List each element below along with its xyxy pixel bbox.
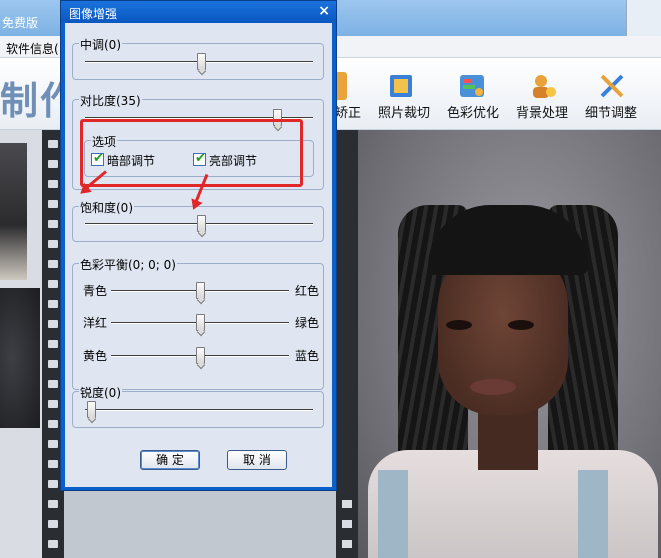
midtone-group: 中调(0) — [72, 36, 324, 80]
saturation-slider-thumb[interactable] — [197, 215, 206, 232]
annotation-highlight-box — [80, 119, 303, 187]
green-label: 绿色 — [295, 316, 320, 330]
dialog-titlebar[interactable]: 图像增强 × — [61, 1, 336, 23]
sharpness-track[interactable] — [85, 409, 313, 411]
saturation-label: 饱和度(0) — [79, 199, 134, 216]
yellow-label: 黄色 — [83, 349, 108, 363]
yellow-blue-slider-thumb[interactable] — [196, 347, 205, 364]
image-enhance-dialog: 图像增强 × 中调(0) 对比度(35) 选项 ✔ 暗部调节 ✔ 亮部调节 饱和… — [60, 0, 337, 491]
titlebar-control[interactable] — [626, 0, 661, 36]
tool-crop-label: 照片裁切 — [378, 106, 431, 121]
close-icon[interactable]: × — [318, 3, 330, 19]
crop-icon — [390, 75, 412, 97]
photo-thumbnail[interactable] — [0, 143, 27, 280]
workspace-background — [64, 490, 336, 558]
midtone-slider-thumb[interactable] — [197, 53, 206, 70]
magenta-label: 洋红 — [83, 316, 108, 330]
color-balance-label: 色彩平衡(0; 0; 0) — [79, 256, 177, 273]
filmstrip-right — [336, 130, 358, 558]
ok-button[interactable]: 确 定 — [140, 450, 200, 470]
color-balance-group: 色彩平衡(0; 0; 0) 青色 红色 洋红 绿色 黄色 蓝色 — [72, 256, 324, 390]
magenta-green-slider-thumb[interactable] — [196, 314, 205, 331]
detail-adjust-icon — [600, 74, 624, 98]
photo-thumbnail[interactable] — [0, 288, 40, 428]
cyan-red-slider-thumb[interactable] — [196, 282, 205, 299]
red-label: 红色 — [295, 284, 320, 298]
background-icon — [533, 75, 556, 98]
contrast-label: 对比度(35) — [79, 92, 142, 109]
sharpness-group: 锐度(0) — [72, 384, 324, 428]
dialog-body: 中调(0) 对比度(35) 选项 ✔ 暗部调节 ✔ 亮部调节 饱和度(0) 色彩… — [65, 23, 332, 487]
tool-correct-label: 矫正 — [335, 106, 362, 121]
tool-background-label: 背景处理 — [516, 106, 569, 121]
dialog-title: 图像增强 — [69, 7, 118, 21]
color-optimize-icon — [460, 75, 484, 97]
photo-preview — [358, 130, 661, 558]
tool-color-optimize-label: 色彩优化 — [447, 106, 500, 121]
tool-detail-adjust-label: 细节调整 — [585, 106, 638, 121]
sharpness-label: 锐度(0) — [79, 384, 122, 401]
app-title: 免费版 — [2, 16, 39, 30]
menu-software-info[interactable]: 软件信息( — [6, 40, 59, 57]
midtone-label: 中调(0) — [79, 36, 122, 53]
cyan-label: 青色 — [83, 284, 108, 298]
cancel-button[interactable]: 取 消 — [227, 450, 287, 470]
sharpness-slider-thumb[interactable] — [87, 401, 96, 418]
blue-label: 蓝色 — [295, 349, 320, 363]
